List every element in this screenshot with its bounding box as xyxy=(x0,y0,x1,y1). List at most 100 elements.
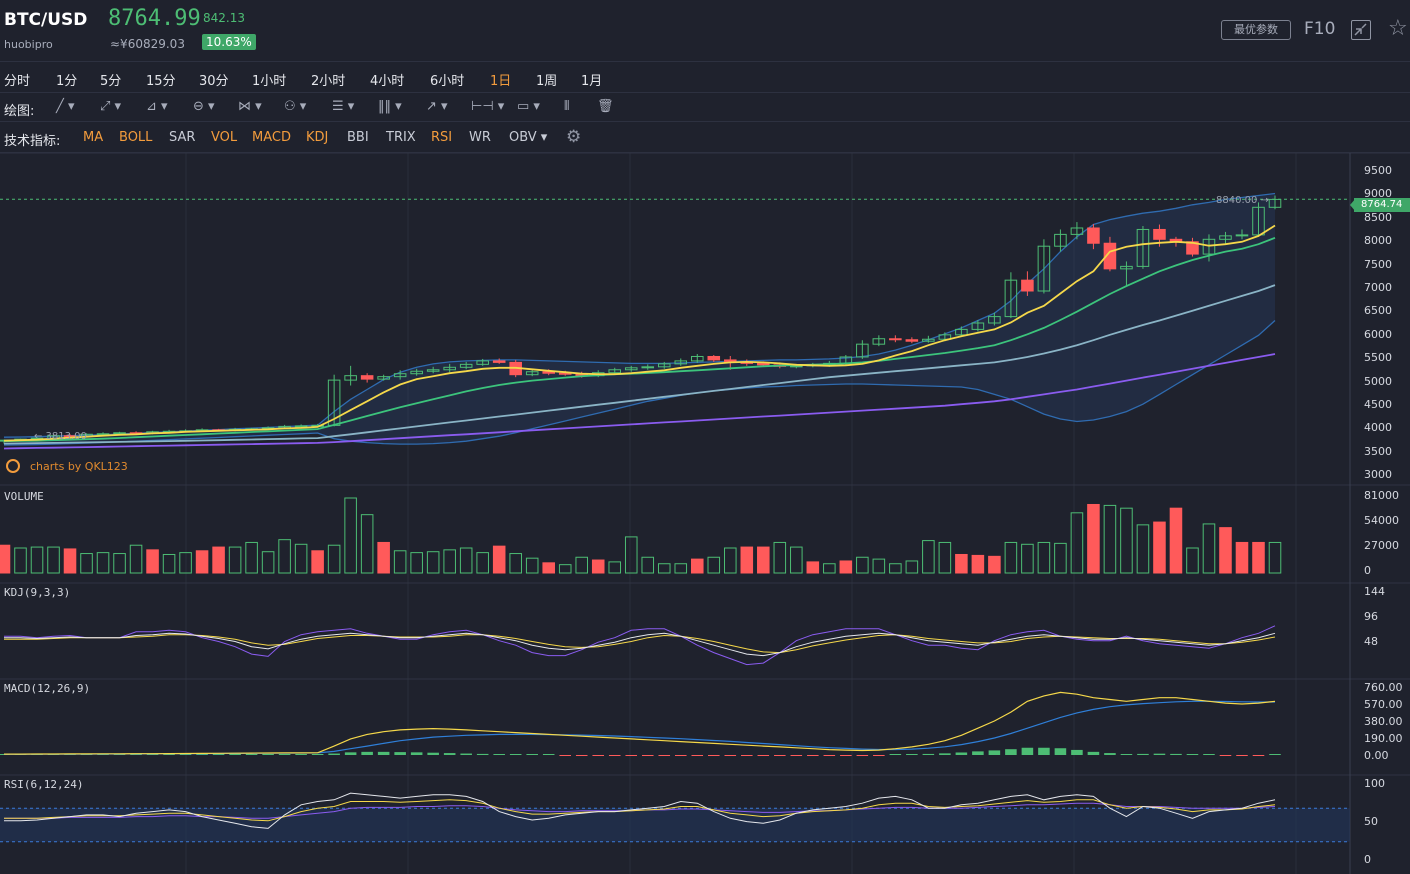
channel-tool-icon[interactable]: ⊿ ▾ xyxy=(146,99,168,114)
macd-histogram-bar xyxy=(1252,755,1265,756)
macd-histogram-bar xyxy=(873,755,885,756)
pair-title[interactable]: BTC/USD xyxy=(4,10,87,30)
indicator-toggle[interactable]: MACD xyxy=(252,130,291,145)
macd-histogram-bar xyxy=(1137,753,1149,755)
period-tab[interactable]: 1日 xyxy=(490,70,511,89)
volume-bar xyxy=(80,553,93,574)
measure-tool-icon[interactable]: ⊢⊣ ▾ xyxy=(471,99,504,114)
macd-histogram-bar xyxy=(278,754,291,755)
macd-histogram-bar xyxy=(592,755,605,756)
macd-histogram-bar xyxy=(691,755,704,756)
volume-bar xyxy=(955,553,968,574)
axis-tick-label: 570.00 xyxy=(1364,698,1403,711)
period-tab[interactable]: 1月 xyxy=(581,70,602,89)
period-tab[interactable]: 4小时 xyxy=(370,70,404,89)
axis-tick-label: 6500 xyxy=(1364,304,1392,318)
indicator-toggle[interactable]: MA xyxy=(83,130,103,145)
volume-bar xyxy=(1070,512,1084,574)
volume-bar xyxy=(261,551,275,574)
volume-bar xyxy=(426,551,440,574)
macd-histogram-bar xyxy=(377,751,390,755)
volume-bar xyxy=(558,564,572,574)
volume-bar xyxy=(344,497,357,574)
period-tab[interactable]: 1周 xyxy=(536,70,557,89)
macd-histogram-bar xyxy=(542,754,555,755)
indicator-toggle[interactable]: VOL xyxy=(211,130,237,145)
macd-histogram-bar xyxy=(774,755,786,756)
period-tab[interactable]: 1分 xyxy=(56,70,77,89)
favorite-star-icon[interactable]: ☆ xyxy=(1388,16,1408,41)
ray-tool-icon[interactable]: ⤢ ▾ xyxy=(100,99,121,114)
volume-bar xyxy=(1219,527,1232,574)
indicator-toggle[interactable]: BOLL xyxy=(119,130,152,145)
volume-bar xyxy=(14,547,27,574)
macd-histogram-bar xyxy=(757,755,770,756)
axis-tick-label: 190.00 xyxy=(1364,732,1403,745)
optimal-params-button[interactable]: 最优参数 xyxy=(1221,20,1291,40)
period-tab[interactable]: 2小时 xyxy=(311,70,345,89)
macd-histogram-bar xyxy=(344,752,357,755)
chart-canvas[interactable] xyxy=(0,152,1410,874)
wave-tool-icon[interactable]: ⋈ ▾ xyxy=(238,99,262,114)
period-tab[interactable]: 分时 xyxy=(4,70,30,89)
macd-histogram-bar xyxy=(361,751,373,755)
bar-tool-icon[interactable]: ⫴ xyxy=(564,99,569,114)
drawing-toolbar: 绘图: ╱ ▾ ⤢ ▾ ⊿ ▾ ⊖ ▾ ⋈ ▾ ⚇ ▾ ☰ ▾ ‖‖ ▾ ↗ ▾… xyxy=(0,93,1410,122)
last-price: 8764.99 xyxy=(108,6,201,31)
macd-histogram-bar xyxy=(1219,755,1232,756)
gann-tool-icon[interactable]: ‖‖ ▾ xyxy=(378,99,402,114)
macd-histogram-bar xyxy=(658,755,671,756)
pattern-tool-icon[interactable]: ⚇ ▾ xyxy=(284,99,306,114)
period-tab[interactable]: 1小时 xyxy=(252,70,286,89)
candle-body xyxy=(905,339,919,342)
indicator-toggle[interactable]: TRIX xyxy=(386,130,416,145)
shape-tool-icon[interactable]: ⊖ ▾ xyxy=(193,99,215,114)
fib-tool-icon[interactable]: ☰ ▾ xyxy=(332,99,354,114)
indicator-toggle[interactable]: RSI xyxy=(431,130,452,145)
volume-bar xyxy=(872,558,886,574)
indicator-toggle[interactable]: OBV ▾ xyxy=(509,130,547,145)
volume-bar xyxy=(740,546,754,574)
volume-bar xyxy=(1202,523,1216,574)
kdj-k-line xyxy=(4,632,1276,657)
volume-bar xyxy=(971,554,985,574)
macd-histogram-bar xyxy=(1021,747,1034,755)
macd-histogram-bar xyxy=(212,754,225,755)
change-percent-badge: 10.63% xyxy=(202,34,256,50)
f10-button[interactable]: F10 xyxy=(1304,19,1335,39)
drawing-label: 绘图: xyxy=(4,104,35,119)
line-tool-icon[interactable]: ╱ ▾ xyxy=(56,99,74,114)
macd-histogram-bar xyxy=(972,751,984,755)
macd-histogram-bar xyxy=(807,755,819,756)
arrow-tool-icon[interactable]: ↗ ▾ xyxy=(426,99,448,114)
indicator-toggle[interactable]: BBI xyxy=(347,130,369,145)
indicator-toggle[interactable]: SAR xyxy=(169,130,195,145)
candle-body xyxy=(1087,227,1100,244)
axis-tick-label: 7500 xyxy=(1364,257,1392,271)
volume-bar xyxy=(657,563,671,574)
chart-area[interactable]: VOLUME KDJ(9,3,3) MACD(12,26,9) RSI(6,12… xyxy=(0,152,1410,874)
macd-histogram-bar xyxy=(410,752,423,755)
volume-bar xyxy=(922,540,935,574)
indicator-toggle[interactable]: KDJ xyxy=(306,130,328,145)
volume-bar xyxy=(1103,504,1117,574)
period-tab[interactable]: 5分 xyxy=(100,70,121,89)
exit-fullscreen-icon[interactable] xyxy=(1351,20,1371,40)
note-tool-icon[interactable]: ▭ ▾ xyxy=(517,99,540,114)
volume-bar xyxy=(757,546,770,574)
rsi-panel-label: RSI(6,12,24) xyxy=(4,778,84,791)
macd-histogram-bar xyxy=(708,755,720,756)
settings-gear-icon[interactable]: ⚙ xyxy=(566,127,581,147)
volume-bar xyxy=(1021,543,1034,574)
period-tab[interactable]: 6小时 xyxy=(430,70,464,89)
trash-icon[interactable]: 🗑 xyxy=(597,99,614,114)
volume-bar xyxy=(1153,521,1166,574)
macd-histogram-bar xyxy=(1203,754,1215,755)
chart-credit[interactable]: charts by QKL123 xyxy=(30,460,128,473)
axis-tick-label: 380.00 xyxy=(1364,715,1403,728)
indicator-toggle[interactable]: WR xyxy=(469,130,491,145)
period-tab[interactable]: 15分 xyxy=(146,70,176,89)
macd-histogram-bar xyxy=(559,755,571,756)
axis-tick-label: 9000 xyxy=(1364,187,1392,201)
period-tab[interactable]: 30分 xyxy=(199,70,229,89)
